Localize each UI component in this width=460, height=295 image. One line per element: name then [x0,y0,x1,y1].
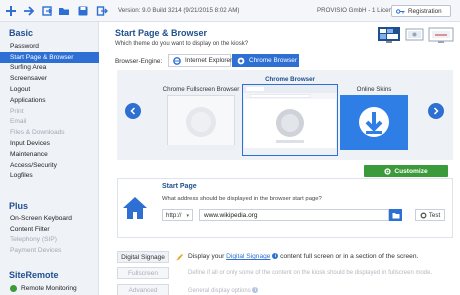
sidebar-item: Print [10,107,24,115]
protocol-select[interactable]: http:// ▾ [162,209,193,221]
fullscreen-browser-thumbnail [167,95,235,150]
gear-icon [420,212,427,218]
advanced-text: General display options i [188,287,259,294]
digital-signage-link[interactable]: Digital Signage [226,253,270,260]
open-icon[interactable] [40,4,54,18]
registration-button[interactable]: Registration [391,5,451,17]
digital-signage-post: content full screen or in a section of t… [278,253,419,260]
sidebar-item: Payment Devices [10,247,62,255]
sidebar-item[interactable]: Maintenance [0,149,99,160]
digital-signage-pre: Display your [188,253,227,260]
chevron-left-icon [130,107,136,115]
sidebar-item[interactable]: Password [0,41,99,52]
sidebar-item[interactable]: Screensaver [0,73,99,84]
fullscreen-text: Define if all or only some of the conten… [188,270,433,276]
chevron-right-icon [433,107,439,115]
chevron-down-icon: ▾ [186,213,189,219]
add-icon[interactable] [4,4,18,18]
layout-preview-icon[interactable] [377,25,401,45]
advanced-text-label: General display options [188,288,251,294]
engine-chrome-button[interactable]: Chrome Browser [232,54,299,67]
sidebar-item: Files & Downloads [10,129,65,137]
sidebar-item[interactable]: Logfiles [0,171,99,182]
engine-ie-label: Internet Explorer [185,57,233,64]
sidebar-item: Telephony (SIP) [10,236,57,244]
theme-option-chrome[interactable] [241,83,339,158]
folder-icon [392,212,399,218]
sidebar-item[interactable]: On-Screen Keyboard [0,213,99,224]
brush-icon [174,253,184,263]
page-title: Start Page & Browser [115,28,208,38]
sidebar-item[interactable]: Logout [0,84,99,95]
chrome-icon [237,57,245,65]
start-page-url-input[interactable]: www.wikipedia.org [199,209,389,221]
gear-icon [384,167,391,175]
browse-folder-button[interactable] [389,209,402,221]
theme-option-skins-label: Online Skins [356,86,392,93]
test-label: Test [428,211,441,219]
theme-carousel: Chrome Fullscreen Browser Chrome Browser… [117,70,453,160]
test-button[interactable]: Test [415,209,445,221]
monitor-preview-icon[interactable] [428,25,454,45]
monitoring-icon [10,284,17,292]
sidebar-section-siteremote: SiteRemote [9,270,59,280]
sidebar-section-plus: Plus [9,201,29,211]
key-icon [396,8,405,14]
home-icon [117,178,153,238]
registration-label: Registration [408,7,442,15]
sidebar-item[interactable]: Start Page & Browser [0,51,99,63]
sidebar-item[interactable]: Remote Monitoring [0,283,99,294]
sidebar-section-basic: Basic [9,28,34,38]
info-icon[interactable]: i [252,287,259,293]
top-toolbar: Version: 9.0 Build 3214 (9/21/2015 8:02 … [0,0,460,22]
advanced-button[interactable]: Advanced [117,284,169,295]
theme-option-fullscreen[interactable] [167,95,235,152]
sidebar-item: Email [10,118,27,126]
folder-icon[interactable] [57,4,71,18]
download-icon [340,95,408,150]
export-icon[interactable] [95,4,109,18]
sidebar-item[interactable]: Input Devices [0,138,99,149]
save-icon[interactable] [76,4,90,18]
sidebar-item[interactable]: Content Filter [0,224,99,235]
sidebar: Basic Password Start Page & Browser Surfin… [0,22,99,295]
theme-option-fullscreen-label: Chrome Fullscreen Browser [162,86,240,93]
browser-engine-label: Browser-Engine: [115,58,163,65]
customize-label: Customize [394,167,428,175]
start-page-description: What address should be displayed in the … [162,196,322,202]
sidebar-item[interactable]: Surfing Area [0,63,99,74]
engine-ie-button[interactable]: Internet Explorer [168,54,233,67]
carousel-prev-button[interactable] [125,103,141,119]
kiosk-preview-icon[interactable] [405,25,425,45]
theme-option-chrome-label: Chrome Browser [265,76,315,83]
forward-icon[interactable] [22,4,36,18]
sidebar-item[interactable]: Applications [0,95,99,106]
carousel-next-button[interactable] [428,103,444,119]
customize-button[interactable]: Customize [364,165,448,177]
digital-signage-button[interactable]: Digital Signage [117,251,169,263]
theme-option-skins[interactable] [340,95,408,152]
sidebar-item-label: Remote Monitoring [21,284,77,292]
sidebar-item[interactable]: Access/Security [0,160,99,171]
fullscreen-button[interactable]: Fullscreen [117,267,169,279]
page-subtitle: Which theme do you want to display on th… [115,41,249,47]
digital-signage-text: Display your Digital Signage i content f… [188,253,418,260]
start-page-title: Start Page [162,183,197,190]
chrome-browser-thumbnail [241,83,339,157]
engine-chrome-label: Chrome Browser [249,57,297,64]
version-text: Version: 9.0 Build 3214 (9/21/2015 8:02 … [118,7,240,14]
ie-icon [173,57,181,65]
protocol-value: http:// [166,211,182,219]
